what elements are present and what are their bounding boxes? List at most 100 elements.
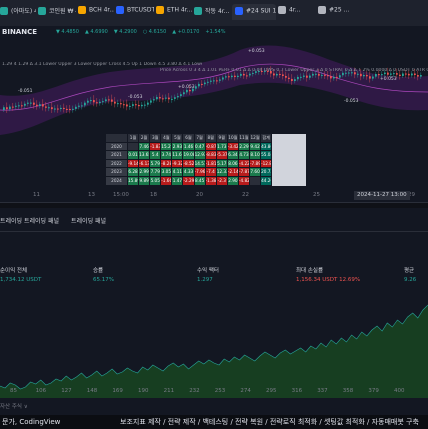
perf-value-cell <box>250 176 262 186</box>
candle-body <box>162 98 164 100</box>
metric-item: 최대 손실률 1,156.34 USDT 12.69% <box>296 266 360 283</box>
equity-curve-chart[interactable] <box>0 290 428 400</box>
perf-value-cell: 6.28 <box>128 168 140 177</box>
panel-tab[interactable]: 트레이딩 트레이딩 패널 <box>0 218 59 225</box>
candle-body <box>291 78 293 82</box>
tab-favicon-icon <box>0 6 8 15</box>
perf-value-cell: 12.93 <box>194 151 206 160</box>
tab-title: 작동 4r... <box>205 8 230 15</box>
candle-body <box>216 80 218 82</box>
strategy-panel-tabs: 트레이딩 트레이딩 패널 트레이딩 패널 <box>0 216 118 225</box>
candle-body <box>405 73 407 75</box>
browser-tab-bar: (아마도) 4r... 코인원 ₩ 4r... BCH 4r... BTCUSDT 4… <box>0 0 428 26</box>
candle-body <box>339 75 341 78</box>
perf-value-cell: 8.45 <box>194 176 206 186</box>
perf-header-cell: 7월 <box>194 134 206 143</box>
candle-body <box>315 73 317 75</box>
metric-item: 승률 65.17% <box>93 266 114 283</box>
metric-label: 평균 <box>404 268 415 274</box>
metric-value: 9.26 <box>404 277 417 283</box>
perf-value-cell: -8.83 <box>205 151 217 160</box>
perf-value-cell: 1.73 <box>216 142 228 152</box>
trade-number-axis: 85 106 127 148 169 190 211 232 253 274 295 316 337 35… <box>0 388 428 396</box>
signal-label: +0.053 <box>178 84 195 90</box>
browser-tab[interactable]: ETH 4r... <box>156 6 192 22</box>
candle-body <box>21 105 23 107</box>
trade-tick-label: 148 <box>86 388 98 394</box>
browser-tab[interactable]: 4r... <box>278 6 316 22</box>
candle-body <box>150 100 152 103</box>
tab-favicon-icon <box>38 6 46 15</box>
perf-value-cell: 5.79 <box>150 159 162 169</box>
candle-body <box>15 105 17 107</box>
trade-tick-label: 127 <box>61 388 72 394</box>
browser-tab[interactable]: 작동 4r... <box>194 6 230 22</box>
candle-body <box>198 83 200 87</box>
candle-body <box>180 94 182 97</box>
candle-body <box>246 75 248 77</box>
tab-favicon-icon <box>116 6 124 14</box>
perf-value-cell: 7.46 <box>139 142 151 152</box>
candle-body <box>195 86 197 89</box>
candle-body <box>36 104 38 107</box>
candle-body <box>114 101 116 104</box>
candle-body <box>306 75 308 78</box>
browser-tab[interactable]: BCH 4r... <box>78 6 114 22</box>
browser-tab[interactable]: #24 SUI 1 4r... <box>232 4 276 20</box>
perf-value-cell: -7.87 <box>238 168 251 177</box>
perf-value-cell: -4.82 <box>238 176 251 186</box>
browser-tab[interactable]: (아마도) 4r... <box>0 6 36 22</box>
browser-tab[interactable]: #25 ... <box>318 6 358 22</box>
candle-body <box>123 104 125 106</box>
tab-title: ETH 4r... <box>167 6 192 14</box>
candle-body <box>165 97 167 99</box>
candle-body <box>273 73 275 76</box>
exchange-name[interactable]: BINANCE <box>2 28 37 36</box>
trade-tick-label: 358 <box>342 388 354 394</box>
perf-value-cell: -2.3 <box>216 176 228 186</box>
perf-header-cell: 6월 <box>183 134 195 143</box>
equity-footer[interactable]: 자산 주식 ∨ <box>0 402 28 410</box>
perf-header-cell: 3월 <box>150 134 162 143</box>
candle-body <box>399 74 401 76</box>
candle-body <box>33 102 35 105</box>
perf-row: 2020 7.46 -1.83 15.29 2.93 1.46 0.47 -0.87 1.73-… <box>106 142 306 152</box>
indicator-legend-2[interactable]: Price Across 0 3 4 ∆ 1.01 PERF 0.01 ∆ ∆ … <box>160 68 428 73</box>
panel-divider[interactable] <box>0 202 428 208</box>
trade-tick-label: 274 <box>240 388 251 394</box>
ohlc-value: ▼ 4.2900 <box>113 29 137 35</box>
metric-label: 최대 손실률 <box>296 268 324 274</box>
browser-tab[interactable]: 코인원 ₩ 4r... <box>38 6 76 22</box>
browser-tab[interactable]: BTCUSDT 4r... <box>116 6 154 22</box>
performance-table: 1월 2월 3월 4월 5월 6월 7월 8월 9월 10월 11월 12월 합계 2020 7.46 -1.… <box>106 134 306 186</box>
perf-year-cell: 2021 <box>106 151 128 160</box>
candle-body <box>318 73 320 76</box>
perf-value-cell: 1.47 <box>172 176 184 186</box>
candle-body <box>69 108 71 110</box>
perf-value-cell: 15.29 <box>161 142 173 152</box>
perf-value-cell: 55.04 <box>261 151 273 160</box>
candle-body <box>282 74 284 76</box>
candle-body <box>102 101 104 103</box>
candle-body <box>294 79 296 82</box>
candle-body <box>324 74 326 76</box>
perf-value-cell: 0.47 <box>194 142 206 152</box>
candle-body <box>366 75 368 77</box>
perf-value-cell: -7.4 <box>205 168 217 177</box>
candle-body <box>156 97 158 100</box>
candle-body <box>63 107 65 109</box>
panel-tab[interactable]: 트레이딩 패널 <box>71 218 106 225</box>
perf-value-cell: -7.89 <box>250 159 262 169</box>
perf-value-cell: 1.46 <box>183 142 195 152</box>
indicator-legend-1[interactable]: 1.29 4 1.29 ∆ 3.1 Lower Upper 3 Lower Up… <box>2 62 202 67</box>
candle-body <box>300 76 302 78</box>
perf-value-cell: 5.05 <box>150 176 162 186</box>
ohlc-value: ○ 4.6150 <box>142 29 167 35</box>
candle-body <box>93 100 95 103</box>
candle-body <box>132 104 134 106</box>
candle-body <box>189 89 191 92</box>
candle-body <box>279 73 281 75</box>
candle-body <box>249 73 251 76</box>
candle-body <box>66 108 68 110</box>
candle-body <box>336 76 338 78</box>
